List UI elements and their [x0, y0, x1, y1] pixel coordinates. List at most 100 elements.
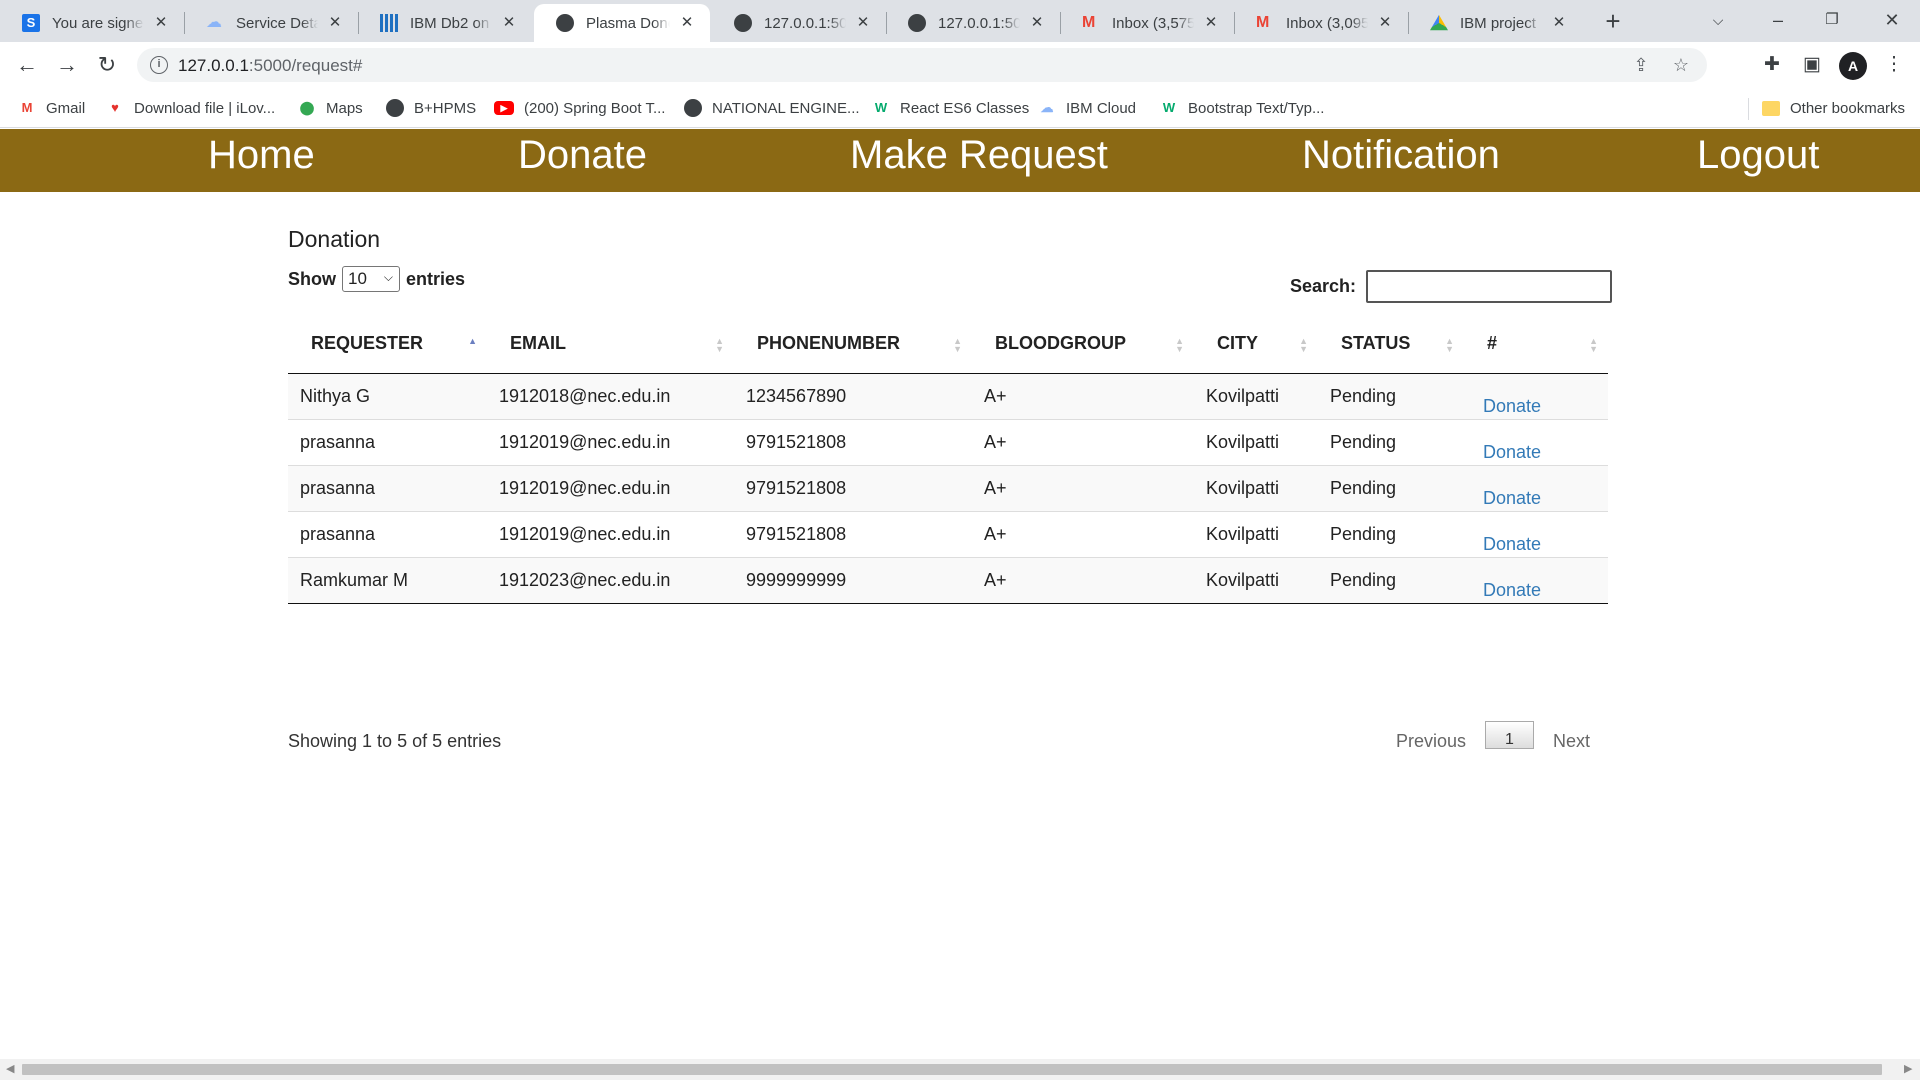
bookmark-label: IBM Cloud — [1066, 99, 1137, 117]
column-header-email[interactable]: EMAIL ▲ ▼ — [487, 315, 734, 374]
bookmark-label: React ES6 Classes — [900, 99, 1030, 117]
forward-icon[interactable]: → — [52, 50, 82, 80]
column-header-bloodgroup[interactable]: BLOODGROUP ▲ ▼ — [972, 315, 1194, 374]
close-icon[interactable]: ✕ — [854, 14, 872, 32]
share-icon[interactable]: ⇪ — [1631, 55, 1651, 75]
column-header-city[interactable]: CITY ▲ ▼ — [1194, 315, 1318, 374]
window-close-icon[interactable]: ✕ — [1866, 0, 1918, 42]
sort-asc-icon: ▲ — [468, 336, 477, 346]
browser-tab[interactable]: S You are signed in ✕ — [0, 4, 184, 42]
entries-label: entries — [406, 268, 466, 289]
cell-phone: 9999999999 — [734, 556, 972, 604]
close-icon[interactable]: ✕ — [1202, 14, 1220, 32]
menu-icon[interactable]: ⋮ — [1880, 51, 1908, 79]
reload-icon[interactable]: ↻ — [92, 50, 122, 80]
horizontal-scrollbar[interactable]: ◀ ▶ — [0, 1059, 1920, 1080]
tab-strip: S You are signed in ✕ ☁ Service Details … — [0, 0, 1920, 42]
column-header-status[interactable]: STATUS ▲ ▼ — [1318, 315, 1464, 374]
scroll-left-icon[interactable]: ◀ — [6, 1062, 14, 1075]
next-button[interactable]: Next — [1553, 731, 1590, 752]
donate-link[interactable]: Donate — [1483, 580, 1541, 600]
column-label: EMAIL — [510, 333, 566, 354]
sort-icon: ▲ ▼ — [1175, 336, 1184, 354]
search-input[interactable] — [1366, 270, 1613, 303]
cell-email: 1912019@nec.edu.in — [487, 418, 734, 465]
scrollbar-thumb[interactable] — [22, 1064, 1882, 1075]
other-bookmarks[interactable]: Other bookmarks — [1762, 97, 1905, 119]
globe-icon — [908, 14, 926, 32]
bookmark-react-es6[interactable]: W React ES6 Classes — [872, 97, 1029, 119]
column-header-action[interactable]: # ▲ ▼ — [1464, 315, 1608, 374]
side-panel-icon[interactable]: ▣ — [1798, 51, 1826, 79]
browser-tab[interactable]: 127.0.0.1:5000 ✕ — [886, 4, 1060, 42]
page-length-control: Show 10 ⌵ entries — [288, 266, 465, 292]
bookmark-maps[interactable]: ⬤ Maps — [298, 97, 363, 119]
bookmark-spring-boot[interactable]: ▶ (200) Spring Boot T... — [494, 97, 665, 119]
nav-make-request[interactable]: Make Request — [850, 129, 1108, 192]
close-icon[interactable]: ✕ — [152, 14, 170, 32]
tab-title: Service Details — [236, 14, 318, 32]
bookmark-star-icon[interactable]: ☆ — [1671, 55, 1691, 75]
cell-city: Kovilpatti — [1194, 373, 1318, 419]
sort-icon: ▲ ▼ — [953, 336, 962, 354]
cell-requester: prasanna — [288, 418, 487, 465]
close-icon[interactable]: ✕ — [500, 14, 518, 32]
column-label: STATUS — [1341, 333, 1411, 354]
donate-link[interactable]: Donate — [1483, 396, 1541, 416]
donate-link[interactable]: Donate — [1483, 488, 1541, 508]
restore-icon[interactable]: ❐ — [1806, 0, 1858, 42]
cell-status: Pending — [1318, 556, 1464, 604]
column-header-requester[interactable]: REQUESTER ▲ — [288, 315, 487, 374]
browser-tab[interactable]: IBM Db2 on Cloud ✕ — [358, 4, 532, 42]
cell-bloodgroup: A+ — [972, 464, 1194, 511]
page-button-current[interactable]: 1 — [1485, 721, 1534, 749]
cell-city: Kovilpatti — [1194, 418, 1318, 465]
nav-donate[interactable]: Donate — [518, 129, 647, 192]
nav-home[interactable]: Home — [208, 129, 315, 192]
bookmark-bootstrap[interactable]: W Bootstrap Text/Typ... — [1160, 97, 1325, 119]
donate-link[interactable]: Donate — [1483, 534, 1541, 554]
previous-button[interactable]: Previous — [1396, 731, 1466, 752]
tab-title: 127.0.0.1:5000 — [938, 14, 1020, 32]
table-row: prasanna 1912019@nec.edu.in 9791521808 A… — [288, 510, 1608, 557]
minimize-icon[interactable]: – — [1752, 0, 1804, 42]
cell-city: Kovilpatti — [1194, 464, 1318, 511]
tab-title: Plasma Donor — [586, 14, 670, 32]
db2-icon — [380, 14, 398, 32]
site-info-icon[interactable]: i — [150, 56, 168, 74]
browser-tab[interactable]: M Inbox (3,575) ✕ — [1060, 4, 1234, 42]
browser-tab[interactable]: IBM project ✕ — [1408, 4, 1582, 42]
bookmark-ibm-cloud[interactable]: ☁ IBM Cloud — [1038, 97, 1137, 119]
close-icon[interactable]: ✕ — [326, 14, 344, 32]
back-icon[interactable]: ← — [12, 50, 42, 80]
address-bar[interactable]: i 127.0.0.1:5000/request# ☆ ⇪ — [137, 48, 1707, 82]
nav-notification[interactable]: Notification — [1302, 129, 1500, 192]
close-icon[interactable]: ✕ — [1028, 14, 1046, 32]
table-row: prasanna 1912019@nec.edu.in 9791521808 A… — [288, 464, 1608, 511]
cell-bloodgroup: A+ — [972, 556, 1194, 604]
column-label: PHONENUMBER — [757, 333, 901, 354]
bookmark-hpms[interactable]: B+HPMS — [386, 97, 476, 119]
bookmark-ilovepdf[interactable]: ♥ Download file | iLov... — [106, 97, 275, 119]
browser-tab[interactable]: 127.0.0.1:5000 ✕ — [712, 4, 886, 42]
close-icon[interactable]: ✕ — [1550, 14, 1568, 32]
gmail-icon: M — [1256, 14, 1270, 31]
column-header-phonenumber[interactable]: PHONENUMBER ▲ ▼ — [734, 315, 972, 374]
close-icon[interactable]: ✕ — [678, 14, 696, 32]
close-icon[interactable]: ✕ — [1376, 14, 1394, 32]
bookmark-label: (200) Spring Boot T... — [524, 99, 666, 117]
cloud-icon: ☁ — [206, 14, 222, 31]
donate-link[interactable]: Donate — [1483, 442, 1541, 462]
bookmark-gmail[interactable]: M Gmail — [18, 97, 86, 119]
page-length-select[interactable]: 10 ⌵ — [342, 266, 400, 292]
browser-tab[interactable]: M Inbox (3,095) ✕ — [1234, 4, 1408, 42]
bookmark-national-engineering[interactable]: NATIONAL ENGINE... — [684, 97, 860, 119]
browser-tab[interactable]: ☁ Service Details ✕ — [184, 4, 358, 42]
tab-search-icon[interactable]: ⌵ — [1692, 0, 1744, 42]
browser-tab-active[interactable]: Plasma Donor ✕ — [534, 4, 710, 42]
new-tab-button[interactable]: + — [1598, 6, 1628, 36]
nav-logout[interactable]: Logout — [1697, 129, 1819, 192]
extensions-icon[interactable]: ✚ — [1758, 51, 1786, 79]
avatar[interactable]: A — [1839, 52, 1867, 80]
scroll-right-icon[interactable]: ▶ — [1904, 1062, 1912, 1075]
